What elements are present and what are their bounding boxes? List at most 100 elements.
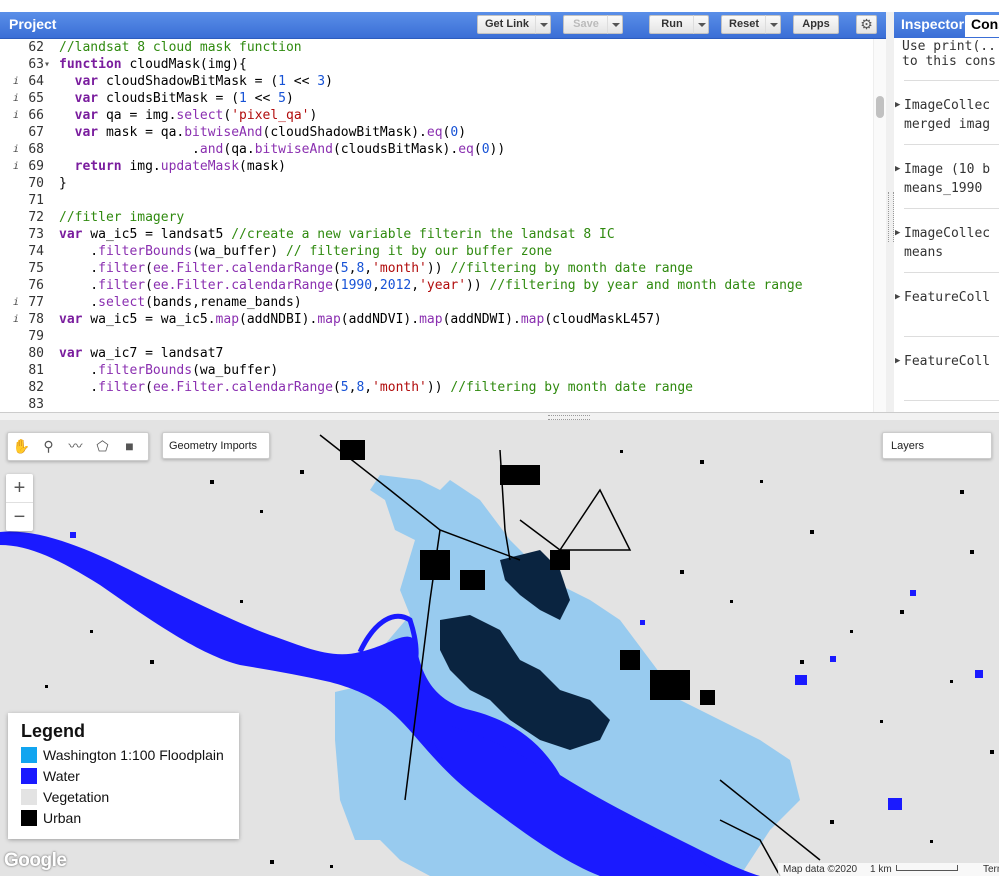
- get-link-button[interactable]: Get Link: [477, 15, 537, 34]
- code-line[interactable]: 72 //fitler imagery: [0, 209, 872, 226]
- code-line[interactable]: 82 .filter(ee.Filter.calendarRange(5,8,'…: [0, 379, 872, 396]
- console-entry[interactable]: ▶ ImageCollec means: [895, 224, 991, 262]
- code-line[interactable]: 63 ▾ function cloudMask(img){: [0, 56, 872, 73]
- expand-chevron-icon[interactable]: ▶: [895, 352, 900, 371]
- code-text[interactable]: .filter(ee.Filter.calendarRange(5,8,'mon…: [59, 379, 693, 396]
- code-line[interactable]: 74 .filterBounds(wa_buffer) // filtering…: [0, 243, 872, 260]
- code-text[interactable]: var wa_ic5 = landsat5 //create a new var…: [59, 226, 615, 243]
- console-separator: [904, 336, 999, 337]
- code-text[interactable]: var cloudShadowBitMask = (1 << 3): [59, 73, 333, 90]
- reset-dropdown[interactable]: [765, 15, 781, 34]
- code-line[interactable]: i 66 var qa = img.select('pixel_qa'): [0, 107, 872, 124]
- code-line[interactable]: 73 var wa_ic5 = landsat5 //create a new v…: [0, 226, 872, 243]
- geometry-imports-button[interactable]: Geometry Imports: [162, 432, 270, 459]
- run-button[interactable]: Run: [649, 15, 695, 34]
- vertical-splitter[interactable]: [886, 12, 894, 412]
- draw-line-icon[interactable]: 〰: [62, 433, 89, 460]
- console-separator: [904, 272, 999, 273]
- line-number: 82: [28, 380, 44, 395]
- zoom-out-button[interactable]: −: [6, 503, 33, 531]
- line-number: 79: [28, 329, 44, 344]
- line-number: 71: [28, 193, 44, 208]
- code-line[interactable]: 71: [0, 192, 872, 209]
- code-line[interactable]: 79: [0, 328, 872, 345]
- code-line[interactable]: i 64 var cloudShadowBitMask = (1 << 3): [0, 73, 872, 90]
- code-line[interactable]: i 65 var cloudsBitMask = (1 << 5): [0, 90, 872, 107]
- line-number: 75: [28, 261, 44, 276]
- code-line[interactable]: 80 var wa_ic7 = landsat7: [0, 345, 872, 362]
- console-entry[interactable]: ▶ Image (10 b means_1990: [895, 160, 991, 198]
- legend-title: Legend: [21, 721, 86, 741]
- zoom-control: + −: [6, 474, 33, 531]
- apps-button[interactable]: Apps: [793, 15, 839, 34]
- project-title: Project: [9, 16, 57, 32]
- expand-chevron-icon[interactable]: ▶: [895, 160, 900, 179]
- code-text[interactable]: .filterBounds(wa_buffer): [59, 362, 278, 379]
- draw-polygon-icon[interactable]: ⬠: [89, 433, 116, 460]
- legend-panel: Legend Washington 1:100 Floodplain Water V…: [8, 713, 239, 839]
- code-text[interactable]: var cloudsBitMask = (1 << 5): [59, 90, 294, 107]
- line-number: 65: [28, 91, 44, 106]
- run-dropdown[interactable]: [693, 15, 709, 34]
- code-text[interactable]: var wa_ic7 = landsat7: [59, 345, 223, 362]
- save-button[interactable]: Save: [563, 15, 609, 34]
- legend-swatch: [21, 789, 37, 805]
- console-entry[interactable]: ▶ FeatureColl: [895, 352, 991, 371]
- zoom-in-button[interactable]: +: [6, 474, 33, 503]
- line-number: 62: [28, 40, 44, 55]
- google-logo: Google: [4, 850, 67, 871]
- code-line[interactable]: 70}: [0, 175, 872, 192]
- code-area[interactable]: 62 //landsat 8 cloud mask function 63 ▾ func…: [0, 39, 872, 412]
- editor-scrollbar[interactable]: [873, 39, 887, 412]
- save-dropdown[interactable]: [607, 15, 623, 34]
- map-view[interactable]: ✋ ⚲ 〰 ⬠ ■ Geometry Imports Layers + − Le…: [0, 420, 999, 876]
- reset-button[interactable]: Reset: [721, 15, 767, 34]
- code-line[interactable]: i 68 .and(qa.bitwiseAnd(cloudsBitMask).eq…: [0, 141, 872, 158]
- code-line[interactable]: 62 //landsat 8 cloud mask function: [0, 39, 872, 56]
- pan-hand-icon[interactable]: ✋: [8, 433, 35, 460]
- console-entry[interactable]: ▶ FeatureColl: [895, 288, 990, 307]
- code-text[interactable]: .filter(ee.Filter.calendarRange(1990,201…: [59, 277, 802, 294]
- code-line[interactable]: i 69 return img.updateMask(mask): [0, 158, 872, 175]
- code-text[interactable]: .filter(ee.Filter.calendarRange(5,8,'mon…: [59, 260, 693, 277]
- map-attribution: Map data ©2020 1 km Terms: [778, 863, 999, 876]
- code-text[interactable]: var mask = qa.bitwiseAnd(cloudShadowBitM…: [59, 124, 466, 141]
- code-line[interactable]: 76 .filter(ee.Filter.calendarRange(1990,…: [0, 277, 872, 294]
- code-line[interactable]: 81 .filterBounds(wa_buffer): [0, 362, 872, 379]
- layers-button[interactable]: Layers: [882, 432, 992, 459]
- expand-chevron-icon[interactable]: ▶: [895, 224, 900, 243]
- gear-icon[interactable]: ⚙: [856, 15, 877, 34]
- code-line[interactable]: 75 .filter(ee.Filter.calendarRange(5,8,'…: [0, 260, 872, 277]
- console-entry-text: FeatureColl: [904, 354, 991, 369]
- code-line[interactable]: i 78 var wa_ic5 = wa_ic5.map(addNDBI).map(…: [0, 311, 872, 328]
- tab-inspector[interactable]: Inspector: [901, 16, 964, 32]
- code-text[interactable]: function cloudMask(img){: [59, 56, 247, 73]
- console-entry-text: Image (10 b means_1990: [904, 162, 991, 196]
- scrollbar-thumb[interactable]: [876, 96, 884, 118]
- code-text[interactable]: .and(qa.bitwiseAnd(cloudsBitMask).eq(0)): [59, 141, 505, 158]
- code-text[interactable]: return img.updateMask(mask): [59, 158, 286, 175]
- fold-toggle-icon[interactable]: ▾: [44, 56, 50, 73]
- get-link-dropdown[interactable]: [535, 15, 551, 34]
- code-text[interactable]: //landsat 8 cloud mask function: [59, 39, 302, 56]
- code-text[interactable]: .select(bands,rename_bands): [59, 294, 301, 311]
- expand-chevron-icon[interactable]: ▶: [895, 96, 900, 115]
- line-number: 72: [28, 210, 44, 225]
- code-text[interactable]: var qa = img.select('pixel_qa'): [59, 107, 318, 124]
- code-line[interactable]: i 77 .select(bands,rename_bands): [0, 294, 872, 311]
- add-marker-icon[interactable]: ⚲: [35, 433, 62, 460]
- legend-label: Urban: [43, 810, 82, 826]
- code-text[interactable]: var wa_ic5 = wa_ic5.map(addNDBI).map(add…: [59, 311, 662, 328]
- console-entry-text: ImageCollec means: [904, 226, 991, 260]
- code-line[interactable]: 67 var mask = qa.bitwiseAnd(cloudShadowB…: [0, 124, 872, 141]
- console-entry[interactable]: ▶ ImageCollec merged imag: [895, 96, 990, 134]
- draw-rectangle-icon[interactable]: ■: [116, 433, 143, 460]
- line-number: 66: [28, 108, 44, 123]
- code-text[interactable]: }: [59, 175, 67, 192]
- tab-console[interactable]: Cons: [965, 15, 999, 37]
- code-line[interactable]: 83: [0, 396, 872, 412]
- code-text[interactable]: //fitler imagery: [59, 209, 184, 226]
- terms-link[interactable]: Terms: [983, 863, 999, 876]
- expand-chevron-icon[interactable]: ▶: [895, 288, 900, 307]
- code-text[interactable]: .filterBounds(wa_buffer) // filtering it…: [59, 243, 552, 260]
